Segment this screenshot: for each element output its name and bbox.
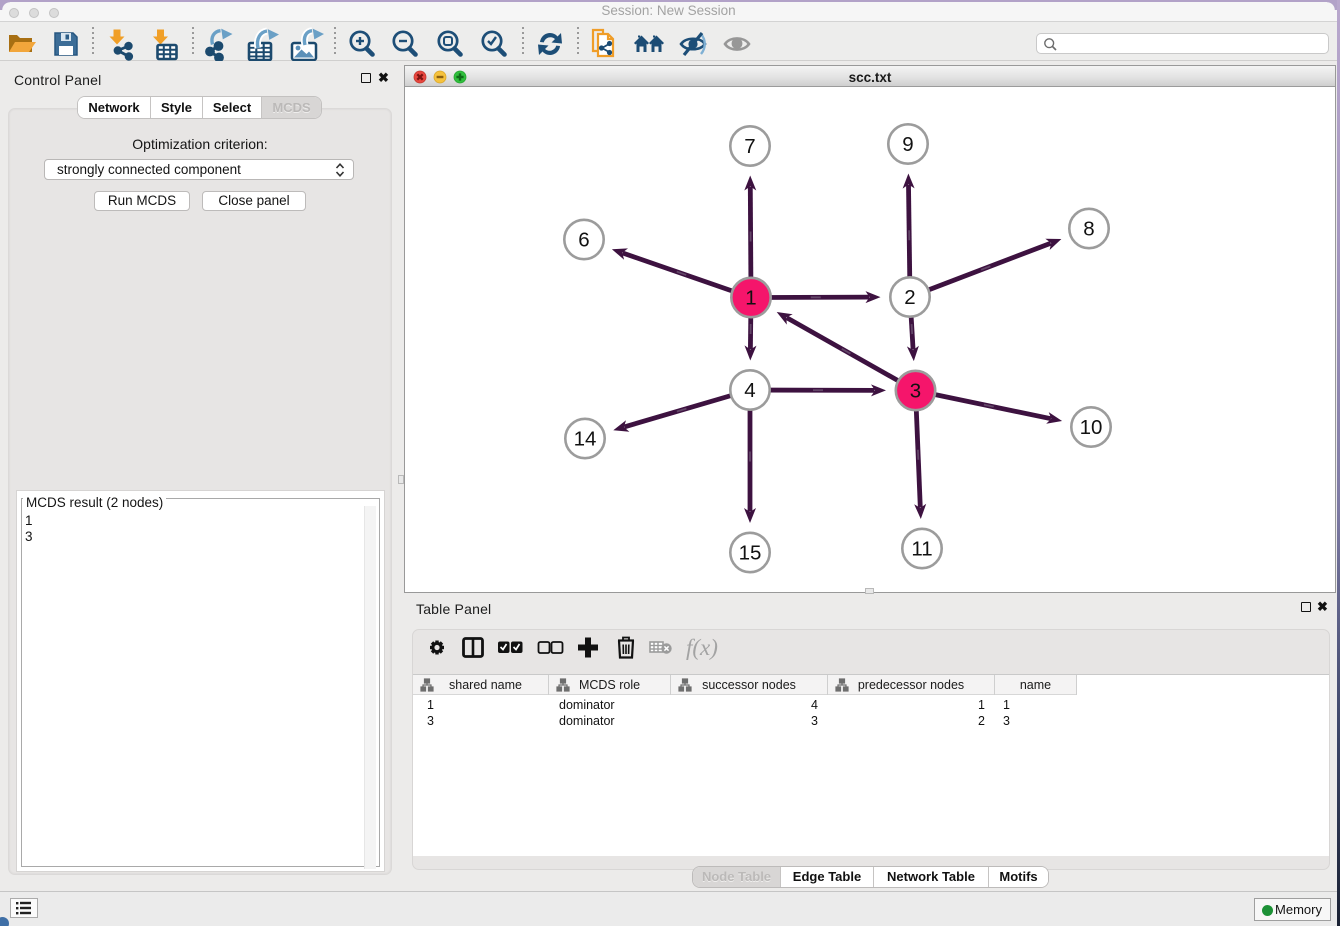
svg-text:3: 3 bbox=[910, 380, 921, 403]
svg-text:7: 7 bbox=[744, 135, 755, 158]
svg-text:6: 6 bbox=[578, 229, 589, 252]
svg-text:f(x): f(x) bbox=[686, 635, 718, 660]
svg-text:8: 8 bbox=[1083, 218, 1094, 241]
svg-text:9: 9 bbox=[902, 133, 913, 156]
svg-text:15: 15 bbox=[739, 542, 762, 565]
svg-text:10: 10 bbox=[1080, 416, 1103, 439]
svg-text:4: 4 bbox=[744, 379, 755, 402]
svg-text:1: 1 bbox=[745, 287, 756, 310]
svg-text:14: 14 bbox=[574, 428, 597, 451]
svg-text:2: 2 bbox=[904, 286, 915, 309]
svg-text:11: 11 bbox=[911, 538, 932, 561]
